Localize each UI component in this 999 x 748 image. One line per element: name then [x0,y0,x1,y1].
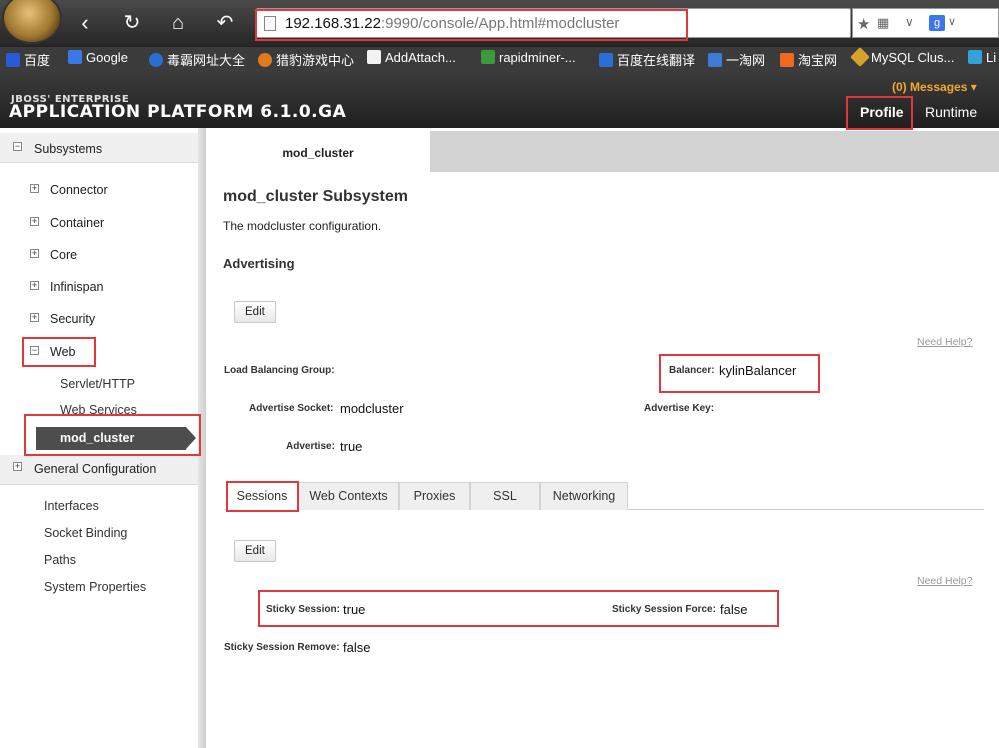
sidebar-divider [198,128,206,748]
sidebar-item-socket-binding[interactable]: Socket Binding [44,526,127,540]
taobao-icon [780,53,794,67]
lb-group-label: Load Balancing Group: [224,365,335,376]
translate-icon [599,53,613,67]
messages-link[interactable]: (0) Messages ▾ [892,80,977,94]
brand-product: APPLICATION PLATFORM 6.1.0.GA [9,102,347,122]
sessions-edit-button[interactable]: Edit [234,540,276,562]
bookmark[interactable]: AddAttach... [367,50,456,65]
expand-icon[interactable]: + [30,184,39,193]
expand-icon[interactable]: + [30,249,39,258]
search-engine-dropdown-icon[interactable]: ∨ [948,15,956,28]
sticky-session-value: true [343,602,366,617]
sidebar-item-label: mod_cluster [60,431,135,445]
bookmark[interactable]: 百度在线翻译 [599,50,695,69]
bookmark[interactable]: Google [68,50,128,65]
back-icon[interactable]: ‹ [70,8,100,38]
advertise-value: true [340,439,363,454]
bookmark[interactable]: 淘宝网 [780,50,837,69]
sidebar-item-servlet-http[interactable]: Servlet/HTTP [60,377,135,391]
sidebar-item-web-services[interactable]: Web Services [60,403,137,417]
sticky-session-remove-value: false [343,640,371,655]
bookmark[interactable]: MySQL Clus... [850,47,954,67]
expand-icon[interactable]: + [13,462,22,471]
sticky-session-force-label: Sticky Session Force: [612,604,716,615]
tab-ssl[interactable]: SSL [470,482,540,510]
game-icon [258,53,272,67]
app-header: JBOSS' ENTERPRISE APPLICATION PLATFORM 6… [0,68,999,128]
bookmarks-bar: 百度 Google 毒霸网址大全 猎豹游戏中心 AddAttach... rap… [0,46,999,68]
undo-icon[interactable]: ↶ [210,8,240,38]
tab-profile[interactable]: Profile [860,104,904,120]
k-icon [149,53,163,67]
sidebar-item-infinispan[interactable]: Infinispan [50,280,104,294]
tab-mod-cluster[interactable]: mod_cluster [206,131,430,172]
expand-icon[interactable]: + [30,281,39,290]
google-icon [68,50,82,64]
sh-icon [481,50,495,64]
tab-sessions[interactable]: Sessions [226,482,298,510]
balancer-label: Balancer: [669,365,715,376]
home-icon[interactable]: ⌂ [163,8,193,38]
bookmark[interactable]: 百度 [6,50,50,69]
bookmark[interactable]: 猎豹游戏中心 [258,50,354,69]
sidebar-item-system-properties[interactable]: System Properties [44,580,146,594]
sidebar-item-connector[interactable]: Connector [50,183,108,197]
expand-icon[interactable]: + [30,313,39,322]
tab-runtime[interactable]: Runtime [925,104,977,120]
url-text[interactable]: 192.168.31.22:9990/console/App.html#modc… [285,15,619,32]
expand-icon[interactable]: + [30,217,39,226]
selected-arrow-icon [186,427,196,449]
star-icon[interactable]: ★ [857,15,870,33]
sticky-session-label: Sticky Session: [266,604,340,615]
sidebar-item-web[interactable]: Web [50,345,75,359]
page-icon [367,50,381,64]
general-configuration-label: General Configuration [34,462,157,476]
refresh-icon[interactable]: ↻ [117,8,147,38]
tab-web-contexts[interactable]: Web Contexts [298,482,399,510]
sidebar-item-container[interactable]: Container [50,216,104,230]
bookmark[interactable]: rapidminer-... [481,50,576,65]
collapse-icon[interactable]: − [13,142,22,151]
advertise-label: Advertise: [286,441,335,452]
bookmark[interactable]: 毒霸网址大全 [149,50,245,69]
sidebar-item-core[interactable]: Core [50,248,77,262]
need-help-link[interactable]: Need Help? [917,336,972,348]
advertise-socket-label: Advertise Socket: [249,403,334,414]
etao-icon [708,53,722,67]
browser-logo-icon[interactable] [2,0,62,44]
qr-code-icon[interactable]: ▦ [877,15,889,31]
bookmark[interactable]: 一淘网 [708,50,765,69]
advertise-socket-value: modcluster [340,401,404,416]
bookmark[interactable]: Li [968,50,996,65]
page-description: The modcluster configuration. [223,219,382,233]
advertise-key-label: Advertise Key: [644,403,715,414]
edit-button[interactable]: Edit [234,301,276,323]
sessions-need-help-link[interactable]: Need Help? [917,575,972,587]
tab-networking[interactable]: Networking [540,482,628,510]
tab-proxies[interactable]: Proxies [399,482,470,510]
page-icon [264,16,276,31]
balancer-value: kylinBalancer [719,363,797,378]
address-bar[interactable]: 192.168.31.22:9990/console/App.html#modc… [256,8,851,38]
browser-toolbar: ‹ ↻ ⌂ ↶ 192.168.31.22:9990/console/App.h… [0,0,999,46]
sidebar-item-interfaces[interactable]: Interfaces [44,499,99,513]
sidebar-item-mod-cluster[interactable]: mod_cluster [36,427,186,450]
mysql-icon [850,47,870,67]
bookmark-icon [968,50,982,64]
paw-icon [6,53,20,67]
search-engine-icon[interactable]: g [929,15,945,31]
sticky-session-force-value: false [720,602,748,617]
tab-label: mod_cluster [282,146,354,160]
general-configuration-header[interactable]: + General Configuration [0,455,198,485]
sticky-session-remove-label: Sticky Session Remove: [224,642,340,653]
collapse-icon[interactable]: − [30,346,39,355]
page-title: mod_cluster Subsystem [223,188,408,205]
sidebar-item-paths[interactable]: Paths [44,553,76,567]
section-title: Advertising [223,256,295,271]
subsystems-label: Subsystems [34,142,103,156]
subsystems-header[interactable]: − Subsystems [0,133,198,163]
sidebar-item-security[interactable]: Security [50,312,95,326]
chevron-down-icon[interactable]: ∨ [905,15,914,29]
address-bar-tools: ★ ▦ ∨ g ∨ [852,8,999,38]
